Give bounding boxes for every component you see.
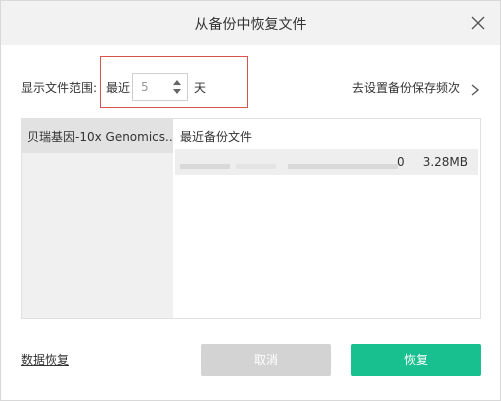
backup-list-panel: 贝瑞基因-10x Genomics... 最近备份文件 0 3.28MB bbox=[21, 118, 481, 319]
days-stepper[interactable]: 5 bbox=[132, 73, 188, 101]
redacted-text bbox=[180, 164, 230, 169]
dialog-titlebar: 从备份中恢复文件 bbox=[1, 1, 500, 45]
recent-label: 最近 bbox=[106, 81, 131, 95]
chevron-down-icon[interactable] bbox=[171, 87, 183, 97]
backup-file-row[interactable]: 0 3.28MB bbox=[175, 149, 478, 175]
close-icon[interactable] bbox=[470, 15, 486, 31]
dialog-title: 从备份中恢复文件 bbox=[194, 17, 307, 33]
backup-file-name-suffix: 0 bbox=[397, 155, 405, 169]
range-label: 显示文件范围: bbox=[21, 81, 98, 95]
redacted-text bbox=[288, 164, 398, 169]
redacted-text bbox=[236, 164, 276, 169]
cancel-button[interactable]: 取消 bbox=[201, 344, 331, 376]
backup-file-size: 3.28MB bbox=[422, 155, 468, 169]
backup-frequency-link[interactable]: 去设置备份保存频次 bbox=[352, 79, 460, 96]
backup-file-list-header: 最近备份文件 bbox=[180, 130, 253, 144]
restore-button[interactable]: 恢复 bbox=[351, 344, 481, 376]
days-stepper-value[interactable]: 5 bbox=[141, 80, 149, 94]
restore-dialog: 从备份中恢复文件 显示文件范围: 最近 5 天 去设置备份保存频次 贝瑞基因-1… bbox=[0, 0, 501, 401]
data-restore-link[interactable]: 数据恢复 bbox=[21, 351, 69, 368]
backup-file-list: 最近备份文件 0 3.28MB bbox=[173, 119, 480, 318]
chevron-up-icon[interactable] bbox=[171, 77, 183, 87]
project-list: 贝瑞基因-10x Genomics... bbox=[22, 119, 173, 318]
backup-file-name bbox=[180, 155, 400, 169]
days-unit-label: 天 bbox=[194, 81, 207, 95]
chevron-right-icon[interactable] bbox=[470, 81, 480, 96]
project-item[interactable]: 贝瑞基因-10x Genomics... bbox=[22, 119, 173, 153]
